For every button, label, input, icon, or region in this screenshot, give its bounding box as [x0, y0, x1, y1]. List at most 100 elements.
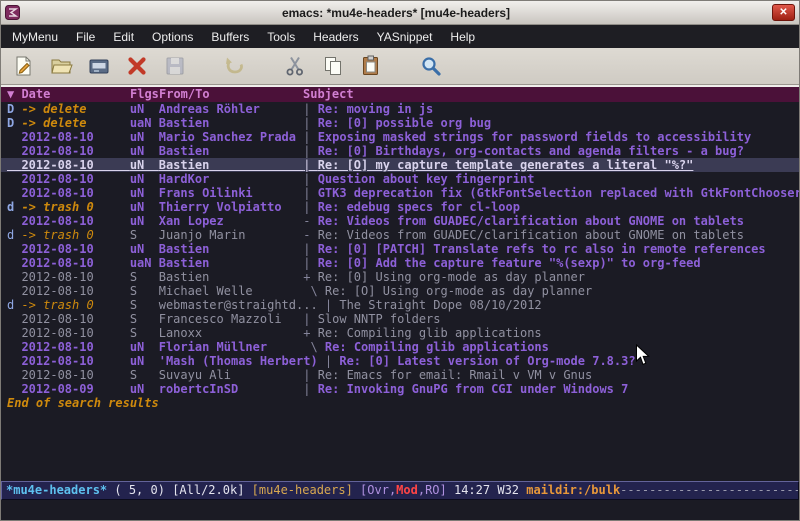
- menu-file[interactable]: File: [67, 27, 104, 47]
- cell-mark: [7, 158, 21, 172]
- column-header-date[interactable]: ▼ Date: [7, 87, 130, 102]
- close-button[interactable]: ✕: [772, 4, 795, 21]
- message-row[interactable]: 2012-08-10 uN Xan Lopez - Re: Videos fro…: [1, 214, 799, 228]
- cell-flags: S: [130, 228, 159, 242]
- cell-flags: uN: [130, 130, 159, 144]
- minibuffer[interactable]: [1, 500, 799, 520]
- menu-help[interactable]: Help: [441, 27, 484, 47]
- save-button[interactable]: [161, 52, 189, 80]
- column-header-from[interactable]: From/To: [159, 87, 303, 102]
- menu-edit[interactable]: Edit: [104, 27, 143, 47]
- message-row[interactable]: d -> trash 0 uN Thierry Volpiatto | Re: …: [1, 200, 799, 214]
- cut-button[interactable]: [281, 52, 309, 80]
- message-row[interactable]: 2012-08-10 uN Bastien | Re: [0] Birthday…: [1, 144, 799, 158]
- cell-sep: |: [303, 144, 317, 158]
- cell-date: 2012-08-10: [21, 242, 129, 256]
- cell-from: robertcInSD: [159, 382, 304, 396]
- cell-mark: D: [7, 116, 21, 130]
- cell-from: 'Mash (Thomas Herbert): [159, 354, 325, 368]
- cell-date: -> delete: [21, 102, 129, 116]
- search-button[interactable]: [417, 52, 445, 80]
- cell-mark: [7, 368, 21, 382]
- message-row[interactable]: 2012-08-10 S Lanoxx + Re: Compiling glib…: [1, 326, 799, 340]
- cell-flags: S: [130, 368, 159, 382]
- menu-buffers[interactable]: Buffers: [202, 27, 258, 47]
- message-row[interactable]: 2012-08-10 uN Frans Oilinki | GTK3 depre…: [1, 186, 799, 200]
- cell-date: 2012-08-10: [21, 354, 129, 368]
- cell-subject: Re: Compiling glib applications: [318, 326, 542, 340]
- message-row[interactable]: d -> trash 0 S webmaster@straightd... | …: [1, 298, 799, 312]
- cell-date: 2012-08-10: [21, 312, 129, 326]
- message-row[interactable]: 2012-08-10 uN Mario Sanchez Prada | Expo…: [1, 130, 799, 144]
- cell-flags: uN: [130, 340, 159, 354]
- titlebar[interactable]: emacs: *mu4e-headers* [mu4e-headers] ✕: [1, 1, 799, 25]
- cell-sep: |: [303, 200, 317, 214]
- message-row[interactable]: 2012-08-10 uN Bastien | Re: [0] [PATCH] …: [1, 242, 799, 256]
- column-header-subject[interactable]: Subject: [303, 87, 354, 102]
- modeline-maildir: maildir:/bulk: [526, 483, 620, 497]
- cell-flags: uN: [130, 144, 159, 158]
- message-row[interactable]: D -> delete uN Andreas Röhler | Re: movi…: [1, 102, 799, 116]
- menu-mymenu[interactable]: MyMenu: [3, 27, 67, 47]
- cell-from: Bastien: [159, 144, 304, 158]
- new-file-button[interactable]: [9, 52, 37, 80]
- cell-mark: [7, 354, 21, 368]
- cell-subject: Re: [O] my capture template generates a …: [318, 158, 694, 172]
- message-row[interactable]: 2012-08-10 S Michael Welle \ Re: [O] Usi…: [1, 284, 799, 298]
- cell-subject: Re: Invoking GnuPG from CGI under Window…: [318, 382, 629, 396]
- modeline-buffer-name[interactable]: *mu4e-headers*: [6, 483, 107, 497]
- message-row[interactable]: 2012-08-10 S Francesco Mazzoli | Slow NN…: [1, 312, 799, 326]
- message-row[interactable]: 2012-08-09 uN robertcInSD | Re: Invoking…: [1, 382, 799, 396]
- menu-options[interactable]: Options: [143, 27, 202, 47]
- modeline-major-mode[interactable]: [mu4e-headers]: [252, 483, 360, 497]
- dired-button[interactable]: [85, 52, 113, 80]
- message-row[interactable]: D -> delete uaN Bastien | Re: [0] possib…: [1, 116, 799, 130]
- copy-button[interactable]: [319, 52, 347, 80]
- message-row[interactable]: 2012-08-10 uN Florian Müllner \ Re: Comp…: [1, 340, 799, 354]
- kill-buffer-button[interactable]: [123, 52, 151, 80]
- cell-mark: D: [7, 102, 21, 116]
- cell-subject: Re: [0] possible org bug: [318, 116, 491, 130]
- cell-flags: uN: [130, 158, 159, 172]
- cell-flags: uN: [130, 172, 159, 186]
- message-row[interactable]: d -> trash 0 S Juanjo Marin - Re: Videos…: [1, 228, 799, 242]
- cell-sep: |: [303, 186, 317, 200]
- message-row-current[interactable]: 2012-08-10 uN Bastien | Re: [O] my captu…: [1, 158, 799, 172]
- message-row[interactable]: 2012-08-10 uN HardKor | Question about k…: [1, 172, 799, 186]
- cell-date: 2012-08-09: [21, 382, 129, 396]
- cell-mark: d: [7, 200, 21, 214]
- toolbar-separator: [259, 54, 271, 78]
- modeline-time: 14:27: [454, 483, 497, 497]
- cell-from: Andreas Röhler: [159, 102, 304, 116]
- message-row[interactable]: 2012-08-10 S Bastien + Re: [0] Using org…: [1, 270, 799, 284]
- menu-yasnippet[interactable]: YASnippet: [368, 27, 442, 47]
- modeline-modified-flag[interactable]: Mod: [396, 483, 418, 497]
- menubar: MyMenuFileEditOptionsBuffersToolsHeaders…: [1, 25, 799, 48]
- menu-headers[interactable]: Headers: [304, 27, 367, 47]
- message-row[interactable]: 2012-08-10 S Suvayu Ali | Re: Emacs for …: [1, 368, 799, 382]
- menu-tools[interactable]: Tools: [258, 27, 304, 47]
- modeline-size: [All/2.0k]: [172, 483, 251, 497]
- cell-subject: Re: [0] Add the capture feature "%(sexp)…: [318, 256, 701, 270]
- column-header-flags[interactable]: Flgs: [130, 87, 159, 102]
- cell-from: Francesco Mazzoli: [159, 312, 304, 326]
- cell-mark: [7, 340, 21, 354]
- cell-flags: uaN: [130, 256, 159, 270]
- message-row[interactable]: 2012-08-10 uN 'Mash (Thomas Herbert) | R…: [1, 354, 799, 368]
- cell-date: -> trash 0: [21, 228, 129, 242]
- cell-mark: [7, 144, 21, 158]
- cell-flags: uN: [130, 382, 159, 396]
- undo-button[interactable]: [221, 52, 249, 80]
- cell-sep: |: [303, 158, 317, 172]
- paste-button[interactable]: [357, 52, 385, 80]
- message-row[interactable]: 2012-08-10 uaN Bastien | Re: [0] Add the…: [1, 256, 799, 270]
- cell-sep: |: [303, 256, 317, 270]
- cell-subject: Re: Videos from GUADEC/clarification abo…: [318, 214, 744, 228]
- modeline-window-number: W32: [497, 483, 526, 497]
- cell-sep: \: [303, 284, 325, 298]
- open-file-button[interactable]: [47, 52, 75, 80]
- cell-sep: -: [303, 228, 317, 242]
- cell-date: 2012-08-10: [21, 256, 129, 270]
- message-list: D -> delete uN Andreas Röhler | Re: movi…: [1, 102, 799, 396]
- cell-mark: [7, 270, 21, 284]
